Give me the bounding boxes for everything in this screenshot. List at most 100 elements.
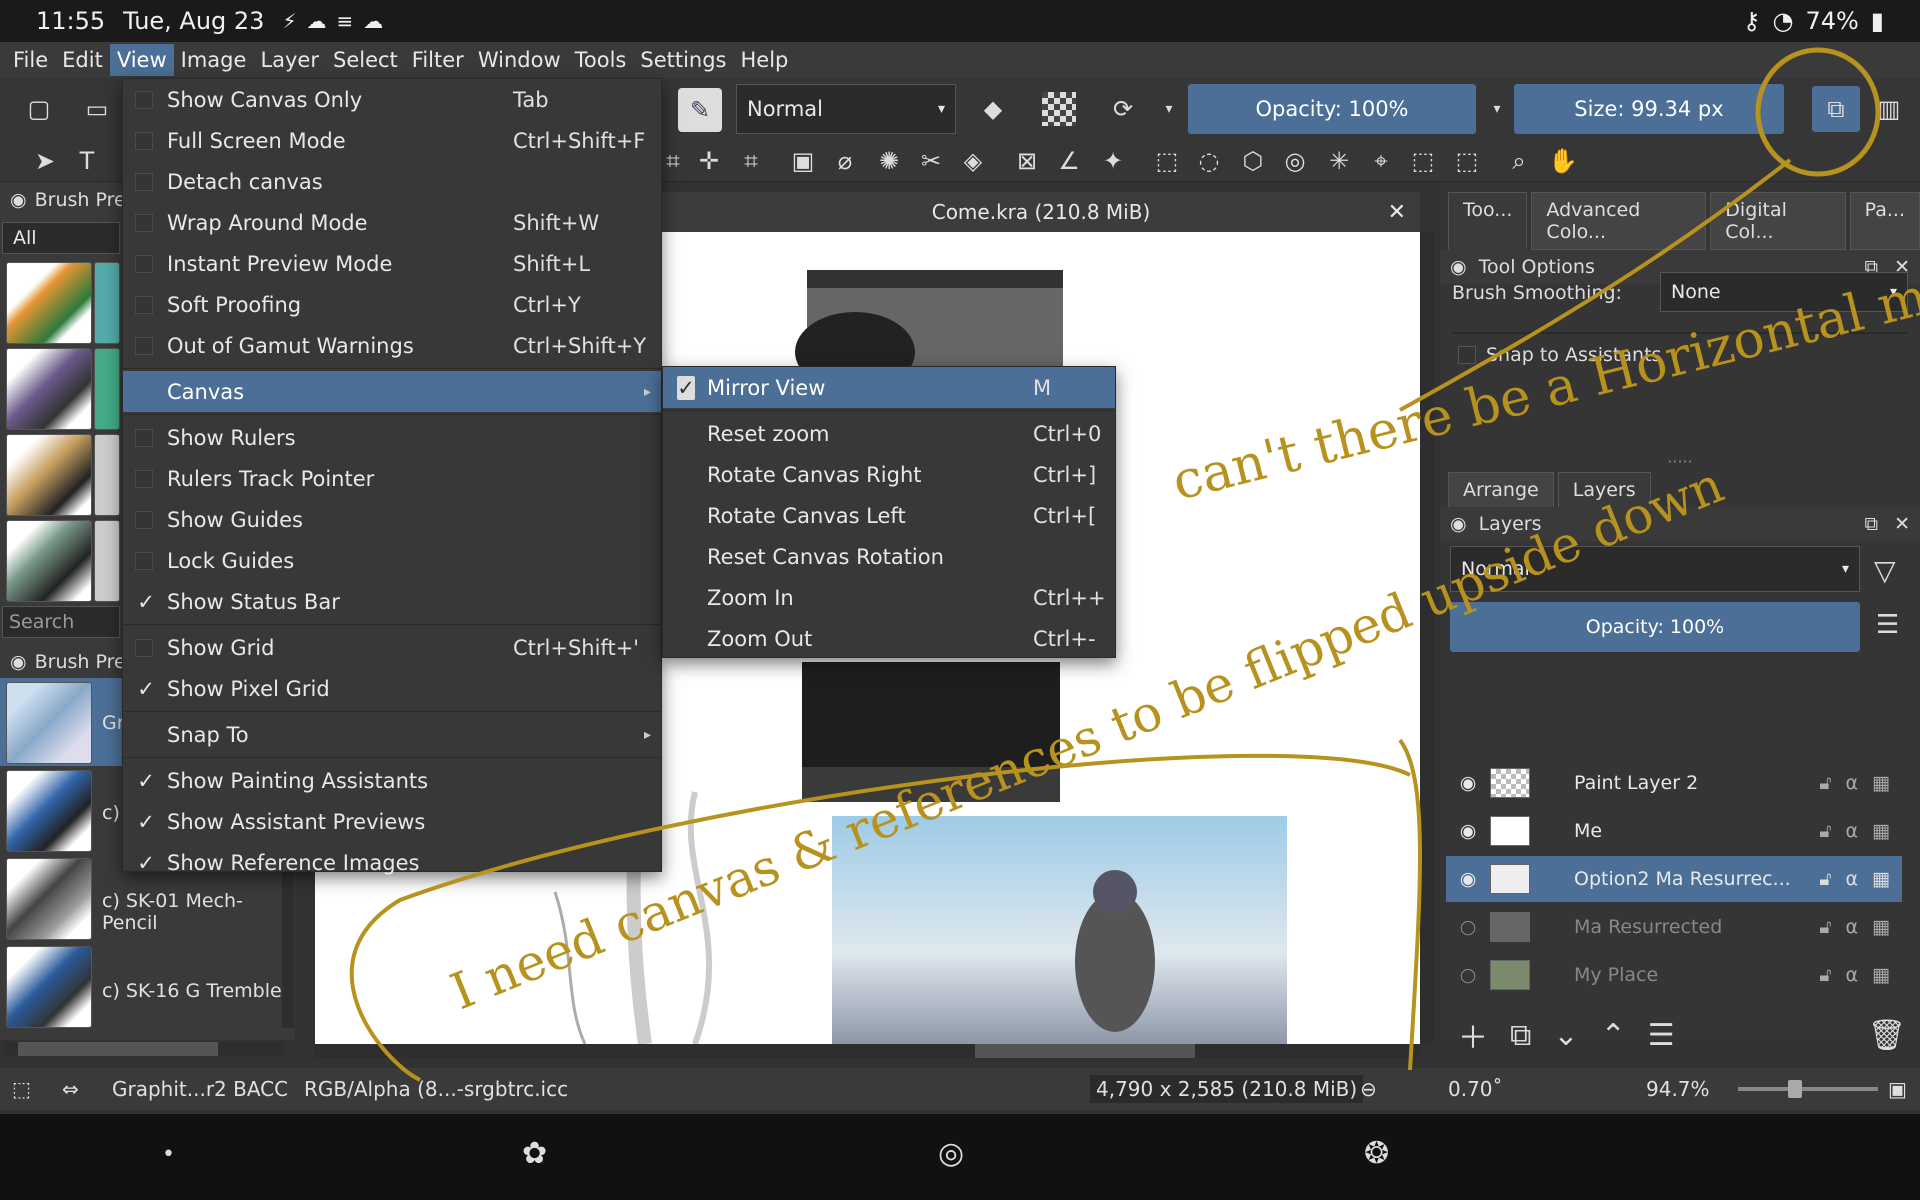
layer-row[interactable]: ◉ Paint Layer 2 🔓︎ α ▦ <box>1446 760 1902 806</box>
eye-icon[interactable]: ◉ <box>1446 820 1490 842</box>
splitter-handle[interactable]: ····· <box>1440 452 1920 471</box>
menu-filter[interactable]: Filter <box>405 44 471 76</box>
rect-select-icon[interactable]: ⬚ <box>1150 144 1184 178</box>
assistant-tool-icon[interactable]: ⊠ <box>1010 144 1044 178</box>
brush-thumb-1[interactable] <box>6 262 92 344</box>
float-icon[interactable]: ⧉ <box>1865 513 1879 535</box>
fill-bucket-icon[interactable]: ◈ <box>956 144 990 178</box>
eye-icon[interactable]: ◉ <box>1446 868 1490 890</box>
chevron-down-icon[interactable]: ▾ <box>1152 92 1186 126</box>
brush-search-input[interactable]: Search <box>2 606 120 638</box>
menu-item-rotate-right[interactable]: Rotate Canvas Right Ctrl+] <box>663 454 1115 495</box>
snap-to-assistants-checkbox[interactable]: Snap to Assistants <box>1458 344 1661 366</box>
brush-thumb-10[interactable] <box>6 858 92 940</box>
menu-item-rulers-track-pointer[interactable]: Rulers Track Pointer <box>123 458 661 499</box>
menu-layer[interactable]: Layer <box>253 44 326 76</box>
eyedropper-icon[interactable]: ⌀ <box>828 144 862 178</box>
menu-help[interactable]: Help <box>734 44 796 76</box>
ellipse-select-icon[interactable]: ◌ <box>1192 144 1226 178</box>
menu-item-instant-preview[interactable]: Instant Preview Mode Shift+L <box>123 243 661 284</box>
app-icon-3[interactable]: ❂ <box>1364 1136 1389 1171</box>
fit-icon[interactable]: ▣ <box>1888 1077 1907 1101</box>
brush-hscrollbar[interactable] <box>4 1042 284 1056</box>
menu-item-mirror-view[interactable]: ✓ Mirror View M <box>663 367 1115 408</box>
menu-item-lock-guides[interactable]: Lock Guides <box>123 540 661 581</box>
add-layer-icon[interactable]: ＋ <box>1458 1013 1488 1057</box>
lock-icon[interactable]: ◉ <box>1450 513 1467 535</box>
checker-icon[interactable]: ▦ <box>1872 964 1890 986</box>
nav-dot-icon[interactable]: • <box>162 1142 175 1167</box>
menu-item-zoom-out[interactable]: Zoom Out Ctrl+- <box>663 618 1115 659</box>
lock-icon[interactable]: 🔓︎ <box>1819 772 1831 794</box>
menu-item-show-grid[interactable]: Show Grid Ctrl+Shift+' <box>123 627 661 668</box>
checkbox-icon[interactable] <box>1458 346 1476 364</box>
hamburger-menu-icon[interactable]: ☰ <box>1876 610 1899 640</box>
alpha-icon[interactable]: α <box>1846 916 1859 938</box>
opacity-stepper[interactable]: ▾ <box>1480 92 1514 126</box>
layer-row-selected[interactable]: ◉ Option2 Ma Resurrec... 🔓︎ α ▦ <box>1446 856 1902 902</box>
lock-icon[interactable]: 🔓︎ <box>1819 820 1831 842</box>
eye-hidden-icon[interactable]: ○ <box>1446 916 1490 938</box>
close-icon[interactable]: ✕ <box>1894 513 1910 535</box>
menu-item-canvas[interactable]: Canvas ▸ <box>123 371 661 412</box>
checker-icon[interactable]: ▦ <box>1872 772 1890 794</box>
brush-thumb-5[interactable] <box>6 434 92 516</box>
brush-preset-icon[interactable]: ✎ <box>678 88 722 132</box>
magnetic-select-icon[interactable]: ⬚ <box>1450 144 1484 178</box>
tab-layers[interactable]: Layers <box>1557 472 1651 508</box>
menu-window[interactable]: Window <box>471 44 568 76</box>
alpha-icon[interactable]: α <box>1846 772 1859 794</box>
close-icon[interactable]: ✕ <box>1388 200 1406 225</box>
menu-item-show-guides[interactable]: Show Guides <box>123 499 661 540</box>
menu-item-out-of-gamut[interactable]: Out of Gamut Warnings Ctrl+Shift+Y <box>123 325 661 366</box>
text-tool-icon[interactable]: T <box>70 144 104 178</box>
canvas-vscrollbar[interactable] <box>1420 232 1434 1044</box>
brush-thumb-3[interactable] <box>6 348 92 430</box>
smart-patch-icon[interactable]: ✺ <box>872 144 906 178</box>
menu-select[interactable]: Select <box>326 44 405 76</box>
tab-advanced-color[interactable]: Advanced Colo... <box>1531 192 1707 250</box>
opacity-slider[interactable]: Opacity: 100% <box>1188 84 1476 134</box>
app-icon-1[interactable]: ✿ <box>522 1136 547 1171</box>
brush-thumb-7[interactable] <box>6 520 92 602</box>
contiguous-select-icon[interactable]: ✳ <box>1322 144 1356 178</box>
menu-view[interactable]: View <box>109 44 174 76</box>
crop-tool-icon[interactable]: ⌗ <box>734 144 768 178</box>
filter-icon[interactable]: ▽ <box>1874 554 1896 587</box>
menu-item-full-screen[interactable]: Full Screen Mode Ctrl+Shift+F <box>123 120 661 161</box>
gradient-tool-icon[interactable]: ▣ <box>786 144 820 178</box>
alpha-icon[interactable]: α <box>1846 868 1859 890</box>
similar-select-icon[interactable]: ⌖ <box>1364 144 1398 178</box>
menu-item-zoom-in[interactable]: Zoom In Ctrl++ <box>663 577 1115 618</box>
mirror-vertical-icon[interactable]: ▥ <box>1872 92 1906 126</box>
alpha-icon[interactable]: α <box>1846 964 1859 986</box>
app-icon-2[interactable]: ◎ <box>938 1136 964 1171</box>
layer-properties-icon[interactable]: ☰ <box>1648 1018 1675 1053</box>
zoom-tool-icon[interactable]: ⌕ <box>1502 144 1536 178</box>
trash-icon[interactable]: 🗑︎ <box>1868 1018 1906 1053</box>
document-tab[interactable]: Come.kra (210.8 MiB) ✕ <box>662 192 1420 232</box>
layer-row[interactable]: ○ Ma Resurrected 🔓︎ α ▦ <box>1446 904 1902 950</box>
tab-digital-color[interactable]: Digital Col... <box>1710 192 1846 250</box>
alpha-lock-icon[interactable] <box>1042 92 1076 126</box>
menu-item-wrap-around[interactable]: Wrap Around Mode Shift+W <box>123 202 661 243</box>
menu-edit[interactable]: Edit <box>55 44 110 76</box>
bezier-select-icon[interactable]: ⬚ <box>1406 144 1440 178</box>
eye-hidden-icon[interactable]: ○ <box>1446 964 1490 986</box>
lock-icon[interactable]: 🔓︎ <box>1819 916 1831 938</box>
pan-tool-icon[interactable]: ✋ <box>1546 144 1580 178</box>
brush-thumb-4[interactable] <box>94 348 120 430</box>
brush-smoothing-select[interactable]: None ▾ <box>1660 272 1908 312</box>
colorize-mask-icon[interactable]: ✂ <box>914 144 948 178</box>
blend-mode-select[interactable]: Normal ▾ <box>736 84 956 134</box>
menu-item-detach-canvas[interactable]: Detach canvas <box>123 161 661 202</box>
layer-row[interactable]: ◉ Me 🔓︎ α ▦ <box>1446 808 1902 854</box>
move-up-icon[interactable]: ⌃ <box>1601 1018 1626 1053</box>
tab-arrange[interactable]: Arrange <box>1448 472 1554 508</box>
selection-icon[interactable]: ⬚ <box>12 1077 31 1101</box>
menu-item-reset-zoom[interactable]: Reset zoom Ctrl+0 <box>663 413 1115 454</box>
menu-item-reset-rotation[interactable]: Reset Canvas Rotation <box>663 536 1115 577</box>
lock-icon[interactable]: ◉ <box>1450 256 1467 278</box>
open-folder-icon[interactable]: ▭ <box>80 92 114 126</box>
layer-opacity-slider[interactable]: Opacity: 100% <box>1450 602 1860 652</box>
